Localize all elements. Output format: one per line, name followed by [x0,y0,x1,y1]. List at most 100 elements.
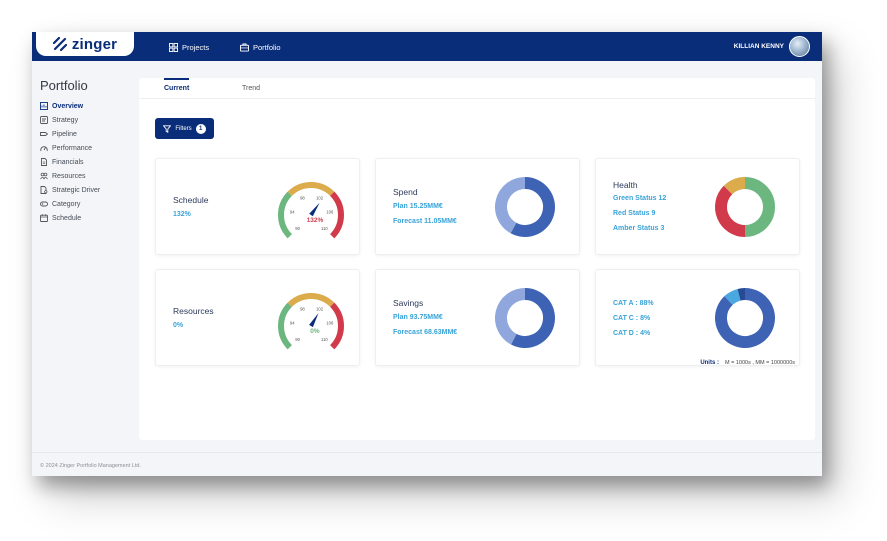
sidebar-item-label: Strategy [52,116,79,124]
sidebar-item-overview[interactable]: Overview [40,99,100,113]
health-slice-green [744,177,775,237]
spend-donut-chart [495,177,555,237]
resources-gauge-tick-label: 110 [321,337,328,342]
tag-icon [40,201,48,207]
resources-gauge-band-red [329,302,344,350]
footer-copyright: © 2024 Zinger Portfolio Management Ltd. [40,463,141,469]
filter-count-badge: 1 [195,123,206,134]
sidebar-item-label: Strategic Driver [52,186,101,194]
health-card[interactable]: Health Green Status 12 Red Status 9 Ambe… [595,158,800,255]
nav-portfolio-label: Portfolio [253,42,281,52]
resources-gauge-band-green [278,302,293,350]
filters-label: Filters [175,125,192,132]
category-card[interactable]: CAT A : 88% CAT C : 8% CAT D : 4% [595,269,800,366]
resources-gauge-needle [309,313,319,328]
tab-trend[interactable]: Trend [242,78,260,98]
savings-plan: Plan 93.75MM€ [393,314,443,321]
calendar-icon [40,214,48,222]
spend-plan: Plan 15.25MM€ [393,203,443,210]
category-donut-chart [715,287,775,348]
health-amber: Amber Status 3 [613,225,665,232]
savings-slice-forecast [495,288,526,345]
health-slice-red [715,185,746,237]
sidebar-item-pipeline[interactable]: Pipeline [40,127,100,141]
sidebar-item-strategic-driver[interactable]: Strategic Driver [40,183,100,197]
schedule-gauge-tick-label: 110 [321,226,328,231]
sidebar-item-label: Overview [52,102,84,110]
user-menu[interactable]: KILLIAN KENNY [733,35,810,57]
schedule-gauge-tick-label: 94 [290,210,295,215]
sidebar-item-category[interactable]: Category [40,197,100,211]
users-icon [40,172,48,180]
resources-gauge-tick-label: 90 [295,337,300,342]
sidebar-item-performance[interactable]: Performance [40,141,100,155]
savings-slice-plan [510,288,555,348]
schedule-gauge-reading: 132% [307,217,324,224]
sidebar-title: Portfolio [40,78,88,93]
card-title: Savings [393,298,424,308]
schedule-gauge-band-red [329,191,344,239]
resources-gauge-reading: 0% [310,328,320,335]
card-title: Schedule [173,195,209,205]
schedule-gauge-tick-label: 102 [316,196,324,201]
sidebar-item-label: Pipeline [52,130,77,138]
main-panel: Current Trend Filters 1 Schedule 132% 90… [139,78,815,440]
category-slice-cat-c [724,288,741,306]
schedule-gauge-tick-label: 90 [295,226,300,231]
schedule-gauge-band-amber [287,182,335,197]
user-name: KILLIAN KENNY [733,42,784,50]
savings-card[interactable]: Savings Plan 93.75MM€ Forecast 68.63MM€ [375,269,580,366]
card-title: Health [613,180,638,190]
performance-icon [40,146,48,152]
briefcase-icon [240,42,249,52]
sidebar-item-label: Resources [52,172,86,180]
units-label: Units : [700,360,719,366]
schedule-card[interactable]: Schedule 132% 90 94 98 102 106 110 132% [155,158,360,255]
category-d: CAT D : 4% [613,330,651,337]
footer-divider [32,452,822,453]
nav-projects-label: Projects [182,42,210,52]
nav-projects[interactable]: Projects [169,40,209,54]
strategy-icon [40,116,48,124]
health-donut-chart [715,177,775,237]
units-legend: Units : M = 1000s , MM = 1000000s [700,360,795,366]
sidebar-nav: Overview Strategy Pipeline Performance F… [40,99,100,225]
document-search-icon [40,186,48,194]
category-c: CAT C : 8% [613,315,651,322]
sidebar-item-label: Schedule [52,214,82,222]
resources-gauge-band-amber [287,293,335,308]
health-slice-amber [723,177,746,195]
overview-icon [40,102,48,110]
savings-donut-chart [495,288,555,348]
sidebar-item-label: Performance [52,144,93,152]
sidebar-item-strategy[interactable]: Strategy [40,113,100,127]
category-a: CAT A : 88% [613,300,654,307]
zinger-logo-icon [52,37,67,51]
sidebar-item-financials[interactable]: Financials [40,155,100,169]
spend-slice-forecast [495,177,526,234]
schedule-gauge-tick-label: 106 [326,210,334,215]
filter-icon [163,124,172,133]
nav-portfolio[interactable]: Portfolio [240,40,281,54]
avatar[interactable] [789,35,810,57]
resources-gauge: 90 94 98 102 106 1100% [278,293,344,350]
resources-card[interactable]: Resources 0% 90 94 98 102 106 110 0% [155,269,360,366]
health-green: Green Status 12 [613,195,667,202]
pipeline-icon [40,132,48,136]
filters-button[interactable]: Filters 1 [155,118,214,139]
spend-slice-plan [510,177,555,237]
sidebar-item-schedule[interactable]: Schedule [40,211,100,225]
resources-gauge-tick-label: 102 [316,307,324,312]
schedule-gauge-band-green [278,191,293,239]
sidebar-item-resources[interactable]: Resources [40,169,100,183]
schedule-value: 132% [173,211,191,218]
logo[interactable]: zinger [36,32,134,56]
tab-current[interactable]: Current [164,78,189,98]
resources-gauge-tick-label: 106 [326,321,334,326]
resources-value: 0% [173,322,184,329]
spend-card[interactable]: Spend Plan 15.25MM€ Forecast 11.05MM€ [375,158,580,255]
app-window: zinger Projects Portfolio KILLIAN KENNY [32,32,822,476]
spend-forecast: Forecast 11.05MM€ [393,218,457,225]
schedule-gauge-tick-label: 98 [300,196,305,201]
units-text: M = 1000s , MM = 1000000s [724,360,795,366]
